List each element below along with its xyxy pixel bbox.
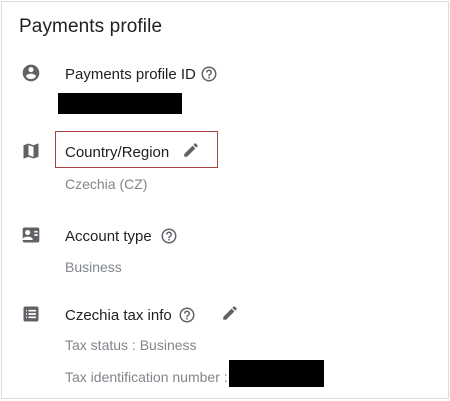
tax-status-label: Tax status [65, 337, 129, 353]
tax-id-label: Tax identification number [65, 369, 220, 385]
page-title: Payments profile [19, 16, 163, 37]
help-circle-icon[interactable] [160, 227, 178, 245]
account-type-label: Account type [65, 228, 152, 245]
tax-id-redaction [229, 360, 324, 387]
help-circle-icon[interactable] [200, 65, 218, 83]
contact-card-icon [21, 225, 41, 245]
tax-id-line: Tax identification number : [65, 369, 228, 385]
country-value: Czechia (CZ) [65, 176, 148, 192]
profile-id-label: Payments profile ID [65, 66, 196, 83]
account-type-value: Business [65, 259, 122, 275]
list-icon [21, 304, 41, 324]
help-circle-icon[interactable] [178, 306, 196, 324]
country-label: Country/Region [65, 144, 170, 161]
account-circle-icon [21, 63, 41, 83]
payments-profile-card: Payments profile Payments profile ID Cou… [1, 1, 449, 399]
map-icon [21, 141, 41, 161]
tax-status-value: Business [139, 337, 197, 353]
pencil-icon[interactable] [182, 141, 200, 159]
tax-id-separator: : [219, 369, 228, 385]
pencil-icon[interactable] [221, 304, 239, 322]
tax-info-label: Czechia tax info [65, 307, 172, 324]
tax-status-line: Tax status : Business [65, 337, 197, 353]
profile-id-redaction [58, 93, 182, 114]
tax-status-separator: : [128, 337, 140, 353]
